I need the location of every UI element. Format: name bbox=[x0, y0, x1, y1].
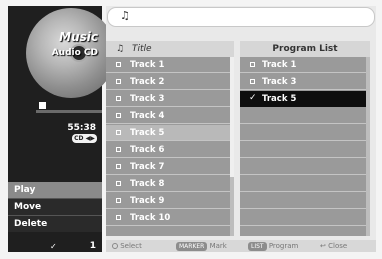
track-bullet-icon bbox=[116, 198, 121, 203]
hint-program: LIST Program bbox=[248, 240, 298, 252]
program-row-empty bbox=[240, 210, 370, 226]
track-bullet-icon bbox=[116, 164, 121, 169]
program-row-empty bbox=[240, 142, 370, 158]
select-button-icon bbox=[112, 243, 118, 249]
track-label: Track 8 bbox=[130, 179, 165, 189]
track-bullet-icon bbox=[116, 113, 121, 118]
title-list-scrollbar[interactable] bbox=[230, 57, 234, 236]
header-bar: ♫ bbox=[107, 7, 375, 27]
track-row[interactable]: Track 7 bbox=[106, 159, 230, 175]
track-row[interactable]: Track 4 bbox=[106, 108, 230, 124]
mode-title: Music bbox=[59, 30, 98, 44]
audio-badge: CD ◀▶ bbox=[72, 134, 97, 143]
track-label: Track 1 bbox=[130, 60, 165, 70]
program-list-scrollbar[interactable] bbox=[366, 57, 370, 236]
track-bullet-icon bbox=[116, 62, 121, 67]
track-label: Track 5 bbox=[130, 128, 165, 138]
program-track-label: Track 1 bbox=[262, 60, 297, 70]
elapsed-time: 55:38 bbox=[67, 123, 96, 133]
marker-key-icon: MARKER bbox=[176, 241, 208, 251]
track-row[interactable]: Track 3 bbox=[106, 91, 230, 107]
track-bullet-icon bbox=[116, 215, 121, 220]
track-row[interactable]: Track 9 bbox=[106, 193, 230, 209]
footer-hints: Select MARKER Mark LIST Program ↩ Close bbox=[106, 240, 376, 252]
hint-mark: MARKER Mark bbox=[176, 240, 227, 252]
program-row-empty bbox=[240, 193, 370, 209]
track-row[interactable]: Track 1 bbox=[106, 57, 230, 73]
track-label: Track 6 bbox=[130, 145, 165, 155]
track-row-highlighted[interactable]: Track 5 bbox=[106, 125, 230, 141]
track-bullet-icon bbox=[116, 130, 121, 135]
title-header-label: Title bbox=[132, 44, 152, 54]
hint-program-label: Program bbox=[268, 242, 299, 250]
program-row-empty bbox=[240, 159, 370, 175]
program-row-selected[interactable]: ✓ Track 5 bbox=[240, 91, 370, 107]
program-list-header: Program List bbox=[240, 41, 370, 57]
playback-progress-bar bbox=[36, 110, 102, 113]
program-row-empty bbox=[240, 125, 370, 141]
hint-close-label: Close bbox=[328, 242, 348, 250]
track-bullet-icon bbox=[116, 181, 121, 186]
screen: Music Audio CD 55:38 CD ◀▶ Play Move Del… bbox=[0, 0, 382, 259]
track-label: Track 7 bbox=[130, 162, 165, 172]
right-panel: ♫ ♫ Title Track 1 Track 2 Track 3 Track … bbox=[106, 6, 376, 252]
track-label: Track 3 bbox=[130, 94, 165, 104]
track-bullet-icon bbox=[116, 96, 121, 101]
hint-close: ↩ Close bbox=[320, 240, 347, 252]
program-track-label: Track 5 bbox=[262, 94, 297, 104]
hint-select: Select bbox=[112, 240, 142, 252]
menu-play[interactable]: Play bbox=[8, 182, 102, 198]
program-row[interactable]: Track 3 bbox=[240, 74, 370, 90]
track-label: Track 2 bbox=[130, 77, 165, 87]
left-panel: Music Audio CD 55:38 CD ◀▶ Play Move Del… bbox=[8, 6, 116, 252]
menu-delete[interactable]: Delete bbox=[8, 216, 102, 232]
track-bullet-icon bbox=[250, 62, 255, 67]
music-note-icon: ♫ bbox=[120, 9, 130, 22]
track-label: Track 10 bbox=[130, 213, 171, 223]
music-note-icon: ♫ bbox=[116, 44, 125, 54]
list-key-icon: LIST bbox=[248, 241, 267, 251]
track-bullet-icon bbox=[116, 79, 121, 84]
hint-select-label: Select bbox=[120, 242, 142, 250]
title-list-header: ♫ Title bbox=[106, 41, 234, 57]
track-label: Track 4 bbox=[130, 111, 165, 121]
program-list: Program List Track 1 Track 3 ✓ Track 5 bbox=[240, 41, 370, 236]
track-row[interactable]: Track 6 bbox=[106, 142, 230, 158]
return-icon: ↩ bbox=[320, 242, 326, 250]
hint-mark-label: Mark bbox=[209, 242, 227, 250]
program-row-empty bbox=[240, 176, 370, 192]
title-list: ♫ Title Track 1 Track 2 Track 3 Track 4 bbox=[106, 41, 234, 236]
checkmark-icon: ✓ bbox=[50, 242, 57, 251]
program-track-label: Track 3 bbox=[262, 77, 297, 87]
track-row[interactable]: Track 10 bbox=[106, 210, 230, 226]
track-label: Track 9 bbox=[130, 196, 165, 206]
program-row-empty bbox=[240, 108, 370, 124]
track-row[interactable]: Track 2 bbox=[106, 74, 230, 90]
disc-type: Audio CD bbox=[51, 48, 98, 58]
title-list-scroll-thumb[interactable] bbox=[230, 57, 234, 177]
program-row[interactable]: Track 1 bbox=[240, 57, 370, 73]
track-bullet-icon bbox=[250, 79, 255, 84]
selected-count: 1 bbox=[89, 241, 96, 251]
menu-move[interactable]: Move bbox=[8, 199, 102, 215]
track-bullet-icon bbox=[116, 147, 121, 152]
track-row[interactable]: Track 8 bbox=[106, 176, 230, 192]
playback-position-marker bbox=[39, 102, 46, 109]
checkmark-icon: ✓ bbox=[249, 93, 257, 103]
